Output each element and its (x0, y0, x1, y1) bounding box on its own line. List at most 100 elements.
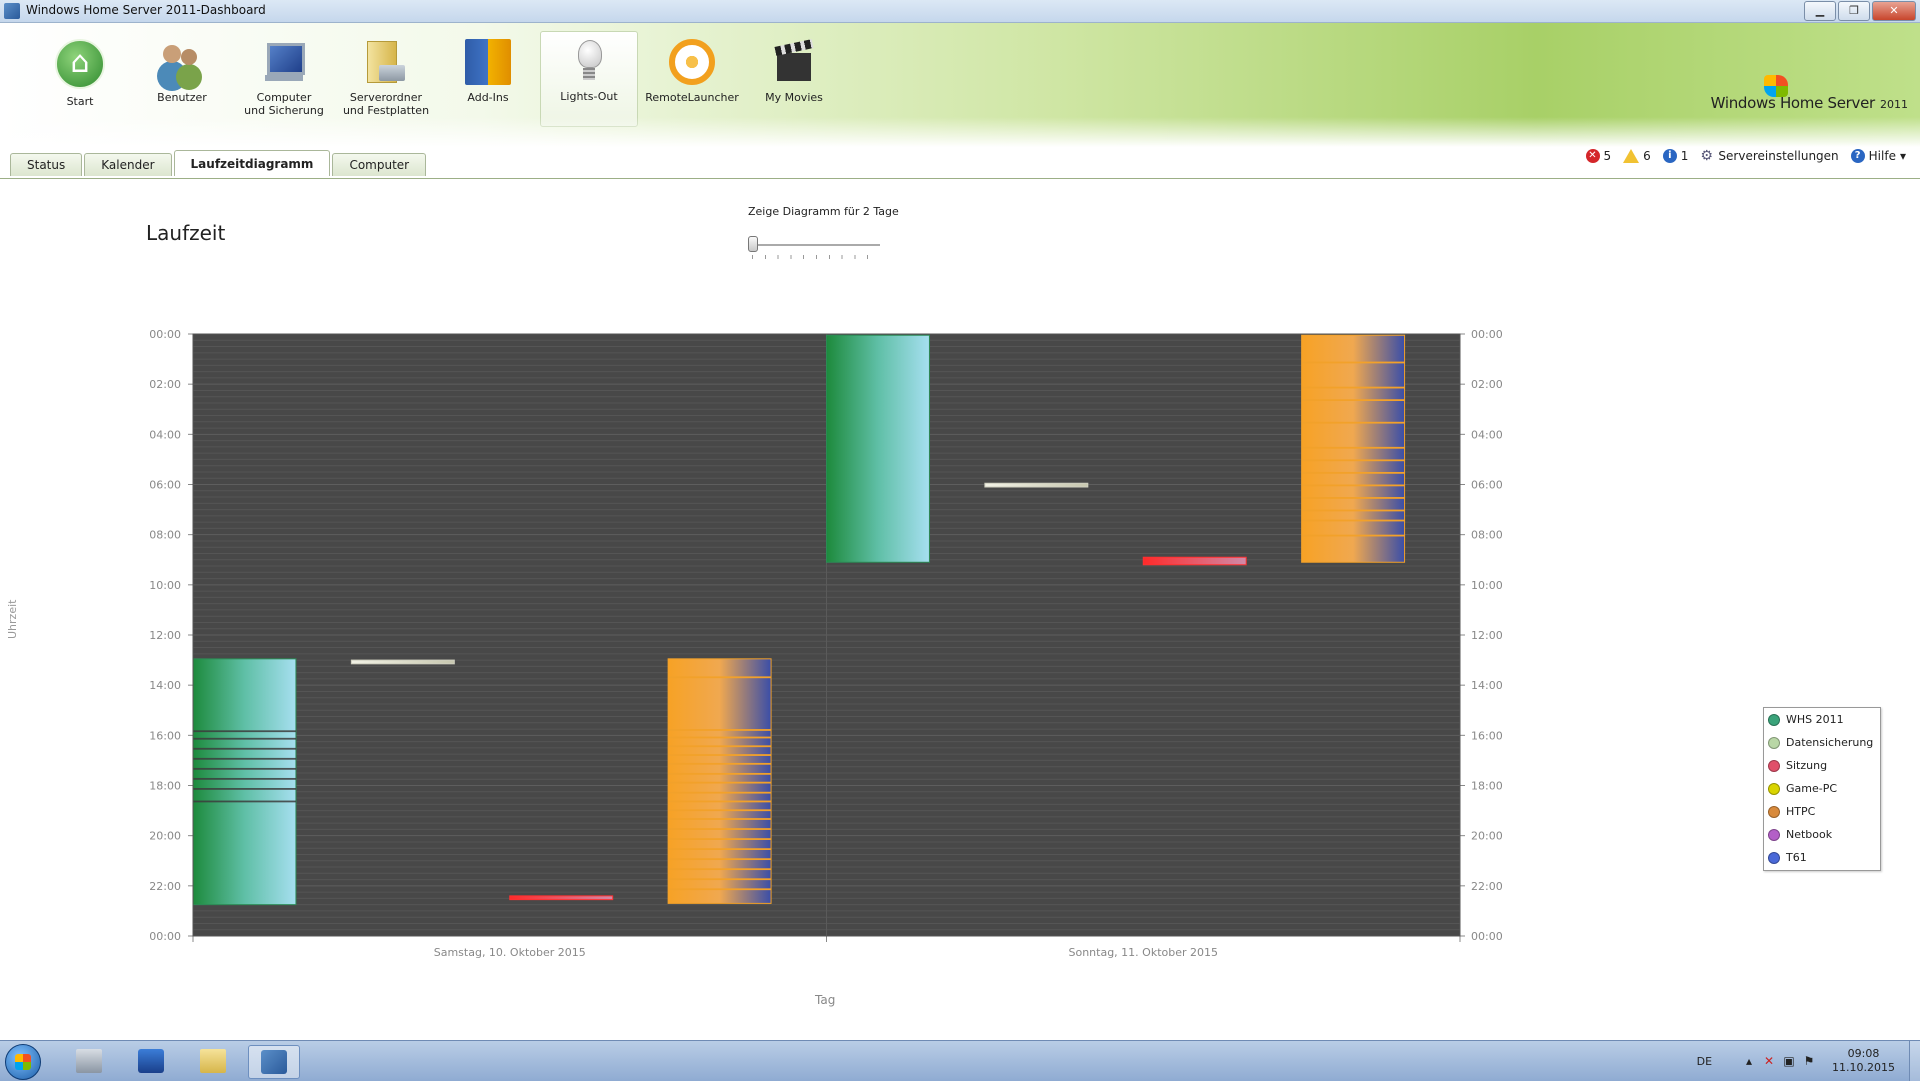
warnings-indicator[interactable]: 6 (1623, 149, 1651, 163)
ribbon-item-my-movies[interactable]: My Movies (746, 33, 842, 125)
action-center-flag-icon[interactable]: ⚑ (1802, 1054, 1816, 1068)
close-button[interactable]: ✕ (1872, 1, 1916, 21)
y-tick-label-right: 00:00 (1471, 328, 1503, 341)
main-content: Laufzeit Zeige Diagramm für 2 Tage 00:00… (0, 179, 1920, 1039)
network-error-icon[interactable]: ✕ (1762, 1054, 1776, 1068)
ribbon-item-add-ins[interactable]: Add-Ins (440, 33, 536, 125)
legend-item: WHS 2011 (1764, 708, 1880, 731)
chart-bar-gap (668, 888, 772, 891)
y-tick-label-right: 22:00 (1471, 880, 1503, 893)
chart-bar-gap (1301, 484, 1405, 487)
users-icon (159, 39, 205, 85)
ribbon-item-lights-out[interactable]: Lights-Out (540, 31, 638, 127)
window-title-bar[interactable]: Windows Home Server 2011-Dashboard ▁ ❐ ✕ (0, 0, 1920, 23)
y-tick-label-right: 18:00 (1471, 780, 1503, 793)
y-tick-label-left: 02:00 (149, 378, 181, 391)
taskbar-server-manager[interactable] (64, 1045, 114, 1077)
help-button[interactable]: ? Hilfe ▾ (1850, 149, 1906, 163)
ribbon-item-remotelauncher[interactable]: RemoteLauncher (644, 33, 740, 125)
info-icon: i (1662, 149, 1677, 163)
window-title: Windows Home Server 2011-Dashboard (26, 3, 266, 17)
home-icon (55, 39, 105, 89)
chart-bar-gap (668, 762, 772, 765)
window-controls: ▁ ❐ ✕ (1804, 1, 1916, 21)
tray-expand-icon[interactable]: ▴ (1742, 1054, 1756, 1068)
minimize-button[interactable]: ▁ (1804, 1, 1836, 21)
legend-label: WHS 2011 (1786, 713, 1844, 726)
chevron-down-icon: ▾ (1899, 149, 1906, 163)
y-tick-label-right: 04:00 (1471, 428, 1503, 441)
ribbon-item-label: Serverordner und Festplatten (342, 91, 430, 117)
legend-dot (1768, 828, 1780, 841)
clock-time: 09:08 (1847, 1047, 1880, 1060)
ribbon-item-start[interactable]: Start (32, 33, 128, 125)
gear-icon: ⚙ (1700, 148, 1713, 164)
tab-status[interactable]: Status (10, 153, 83, 176)
y-tick-label-right: 02:00 (1471, 378, 1503, 391)
help-icon: ? (1850, 149, 1865, 163)
ribbon-item-benutzer[interactable]: Benutzer (134, 33, 230, 125)
info-indicator[interactable]: i 1 (1662, 149, 1688, 163)
legend-dot (1768, 713, 1780, 726)
clock[interactable]: 09:08 11.10.2015 (1832, 1047, 1895, 1075)
legend-dot (1768, 736, 1780, 749)
chart-bar (667, 658, 772, 904)
legend-dot (1768, 805, 1780, 818)
y-tick-label-left: 10:00 (149, 579, 181, 592)
ribbon-item-computer[interactable]: Computer und Sicherung (236, 33, 332, 125)
chart-bar (350, 659, 455, 665)
tab-computer[interactable]: Computer (332, 153, 427, 176)
folder-icon (200, 1049, 226, 1073)
y-tick-label-right: 10:00 (1471, 579, 1503, 592)
network-icon[interactable]: ▣ (1782, 1054, 1796, 1068)
y-tick-label-right: 00:00 (1471, 930, 1503, 943)
dashboard-icon (261, 1050, 287, 1074)
chart-bar-gap (1301, 471, 1405, 474)
chart-bar-gap (193, 767, 296, 770)
y-tick-label-right: 06:00 (1471, 479, 1503, 492)
legend-item: HTPC (1764, 800, 1880, 823)
legend-item: Netbook (1764, 823, 1880, 846)
ribbon-item-label: Start (66, 95, 94, 108)
legend-dot (1768, 782, 1780, 795)
chart-bar (192, 658, 297, 906)
start-button[interactable] (5, 1044, 41, 1080)
status-toolbar: ✕ 5 6 i 1 ⚙ Servereinstellungen ? Hilfe … (1585, 148, 1906, 164)
server-settings-button[interactable]: ⚙ Servereinstellungen (1700, 149, 1838, 163)
chart-bar-gap (668, 781, 772, 784)
tab-bar: Status Kalender Laufzeitdiagramm Compute… (10, 150, 427, 176)
taskbar-powershell[interactable] (126, 1045, 176, 1077)
powershell-icon (138, 1049, 164, 1073)
language-indicator[interactable]: DE (1697, 1055, 1712, 1068)
y-tick-label-left: 20:00 (149, 830, 181, 843)
tab-kalender[interactable]: Kalender (84, 153, 172, 176)
system-tray: DE ▴ ✕ ▣ ⚑ 09:08 11.10.2015 (1697, 1041, 1920, 1081)
maximize-button[interactable]: ❐ (1838, 1, 1870, 21)
chart-bar-gap (668, 868, 772, 871)
y-tick-label-left: 22:00 (149, 880, 181, 893)
chart-bar-gap (1301, 386, 1405, 389)
server-settings-label: Servereinstellungen (1718, 149, 1839, 163)
y-tick-label-right: 14:00 (1471, 679, 1503, 692)
chart-bar-gap (668, 772, 772, 775)
taskbar-dashboard[interactable] (248, 1045, 300, 1079)
chart-bar-gap (668, 809, 772, 812)
error-icon: ✕ (1585, 149, 1600, 163)
ribbon-item-serverordner[interactable]: Serverordner und Festplatten (338, 33, 434, 125)
remote-launcher-icon (669, 39, 715, 85)
ribbon-item-label: Lights-Out (560, 90, 618, 103)
chart-bar-gap (1301, 497, 1405, 499)
logo-year: 2011 (1880, 98, 1908, 111)
x-tick-label: Samstag, 10. Oktober 2015 (434, 946, 586, 959)
show-desktop-button[interactable] (1909, 1041, 1920, 1081)
ribbon-item-label: My Movies (765, 91, 823, 104)
y-tick-label-left: 06:00 (149, 479, 181, 492)
chart-bar-gap (668, 818, 772, 820)
legend-item: Datensicherung (1764, 731, 1880, 754)
runtime-chart: 00:00 00:00 02:00 02:00 04:00 04:00 06:00 06:00… (149, 328, 1503, 959)
legend-dot (1768, 759, 1780, 772)
taskbar-explorer[interactable] (188, 1045, 238, 1077)
chart-bar (509, 895, 614, 901)
tab-laufzeitdiagramm[interactable]: Laufzeitdiagramm (173, 150, 331, 176)
errors-indicator[interactable]: ✕ 5 (1585, 149, 1611, 163)
